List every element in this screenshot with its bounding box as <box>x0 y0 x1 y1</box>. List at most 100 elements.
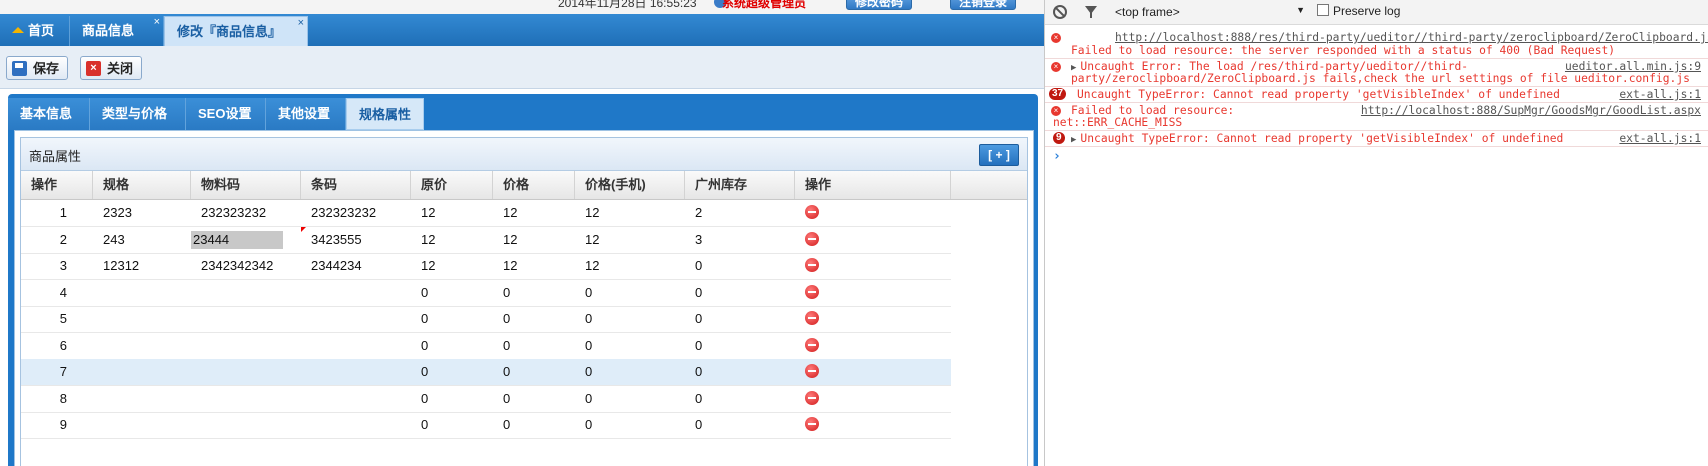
column-header-actions[interactable]: 操作 <box>795 171 951 199</box>
cell-guangzhou-stock[interactable]: 0 <box>685 359 795 385</box>
table-row[interactable]: 70000 <box>21 359 951 386</box>
cell-spec[interactable] <box>93 306 191 332</box>
resource-url[interactable]: http://localhost:888/res/third-party/ued… <box>1115 31 1708 44</box>
cell-mobile-price[interactable]: 0 <box>575 386 685 412</box>
add-row-button[interactable]: [ + ] <box>979 144 1019 166</box>
cell-mobile-price[interactable]: 12 <box>575 253 685 279</box>
preserve-log-checkbox[interactable]: Preserve log <box>1317 4 1400 18</box>
column-header-original-price[interactable]: 原价 <box>411 171 493 199</box>
cell-material-code[interactable]: 232323232 <box>191 200 301 226</box>
source-link[interactable]: ext-all.js:1 <box>1619 132 1701 145</box>
source-link[interactable]: ext-all.js:1 <box>1619 88 1701 101</box>
edit-password-button[interactable]: 修改密码 <box>846 0 913 10</box>
cell-spec[interactable] <box>93 412 191 438</box>
delete-row-icon[interactable] <box>805 390 819 405</box>
console-message-url[interactable]: http://localhost:888/res/third-party/ued… <box>1115 31 1708 44</box>
cell-barcode[interactable]: 2344234 <box>301 253 411 279</box>
close-button[interactable]: × 关闭 <box>80 56 143 80</box>
tab-basic-info[interactable]: 基本信息 <box>8 98 90 130</box>
column-header-material-code[interactable]: 物料码 <box>191 171 301 199</box>
cell-barcode[interactable] <box>301 280 411 306</box>
column-header-barcode[interactable]: 条码 <box>301 171 411 199</box>
cell-mobile-price[interactable]: 12 <box>575 227 685 253</box>
cell-material-code[interactable] <box>191 386 301 412</box>
cell-price[interactable]: 12 <box>493 227 575 253</box>
cell-spec[interactable]: 2323 <box>93 200 191 226</box>
cell-barcode[interactable]: 3423555 <box>301 227 411 253</box>
delete-row-icon[interactable] <box>805 337 819 352</box>
cell-original-price[interactable]: 0 <box>411 333 493 359</box>
delete-row-icon[interactable] <box>805 258 819 272</box>
cell-material-code[interactable]: 2342342342 <box>191 253 301 279</box>
cell-spec[interactable] <box>93 359 191 385</box>
cell-barcode[interactable] <box>301 333 411 359</box>
table-row[interactable]: 2 243 23444 3423555 12 12 12 3 <box>21 226 951 254</box>
column-header-row-number[interactable]: 操作 <box>21 171 93 199</box>
cell-spec[interactable] <box>93 280 191 306</box>
frame-selector[interactable]: <top frame> ▼ <box>1115 5 1305 19</box>
column-header-price[interactable]: 价格 <box>493 171 575 199</box>
cell-guangzhou-stock[interactable]: 2 <box>685 200 795 226</box>
cell-material-code[interactable] <box>191 412 301 438</box>
tab-home[interactable]: 首页 <box>0 16 70 46</box>
cell-barcode[interactable] <box>301 412 411 438</box>
delete-row-icon[interactable] <box>805 284 819 299</box>
tab-edit-goods-info[interactable]: 修改『商品信息』 × <box>164 16 308 46</box>
cell-mobile-price[interactable]: 12 <box>575 200 685 226</box>
cell-guangzhou-stock[interactable]: 0 <box>685 306 795 332</box>
cell-material-code[interactable] <box>191 280 301 306</box>
cell-material-code[interactable] <box>191 333 301 359</box>
column-header-mobile-price[interactable]: 价格(手机) <box>575 171 685 199</box>
table-row[interactable]: 3 12312 2342342342 2344234 12 12 12 0 <box>21 253 951 280</box>
clear-console-icon[interactable] <box>1053 5 1067 19</box>
cell-guangzhou-stock[interactable]: 3 <box>685 227 795 253</box>
tab-spec-attributes[interactable]: 规格属性 <box>346 98 424 130</box>
cell-price[interactable]: 0 <box>493 280 575 306</box>
cell-guangzhou-stock[interactable]: 0 <box>685 253 795 279</box>
cell-mobile-price[interactable]: 0 <box>575 306 685 332</box>
tab-goods-info[interactable]: 商品信息 × <box>70 16 164 46</box>
cell-original-price[interactable]: 0 <box>411 412 493 438</box>
cell-spec[interactable]: 243 <box>93 227 191 253</box>
cell-mobile-price[interactable]: 0 <box>575 280 685 306</box>
cell-price[interactable]: 0 <box>493 386 575 412</box>
cell-barcode[interactable] <box>301 359 411 385</box>
cell-mobile-price[interactable]: 0 <box>575 412 685 438</box>
cell-barcode[interactable] <box>301 306 411 332</box>
console-prompt[interactable]: › <box>1053 149 1061 164</box>
cell-original-price[interactable]: 12 <box>411 200 493 226</box>
table-row[interactable]: 40000 <box>21 280 951 307</box>
logout-button[interactable]: 注销登录 <box>950 0 1017 10</box>
table-row[interactable]: 60000 <box>21 333 951 360</box>
cell-mobile-price[interactable]: 0 <box>575 359 685 385</box>
cell-material-code[interactable] <box>191 306 301 332</box>
cell-guangzhou-stock[interactable]: 0 <box>685 280 795 306</box>
cell-original-price[interactable]: 0 <box>411 306 493 332</box>
tab-seo[interactable]: SEO设置 <box>186 98 266 130</box>
cell-material-code[interactable] <box>191 359 301 385</box>
save-button[interactable]: 保存 <box>6 56 69 80</box>
expand-arrow-icon[interactable]: ▶ <box>1071 135 1076 145</box>
cell-spec[interactable] <box>93 333 191 359</box>
cell-price[interactable]: 0 <box>493 359 575 385</box>
cell-original-price[interactable]: 12 <box>411 227 493 253</box>
cell-guangzhou-stock[interactable]: 0 <box>685 333 795 359</box>
cell-mobile-price[interactable]: 0 <box>575 333 685 359</box>
cell-material-code[interactable]: 23444 <box>191 230 283 249</box>
console-message[interactable]: ▶ Uncaught TypeError: Cannot read propert… <box>1071 132 1708 145</box>
cell-original-price[interactable]: 0 <box>411 386 493 412</box>
cell-spec[interactable]: 12312 <box>93 253 191 279</box>
delete-row-icon[interactable] <box>805 364 819 378</box>
cell-guangzhou-stock[interactable]: 0 <box>685 412 795 438</box>
cell-price[interactable]: 0 <box>493 412 575 438</box>
column-header-guangzhou-stock[interactable]: 广州库存 <box>685 171 795 199</box>
cell-price[interactable]: 0 <box>493 333 575 359</box>
table-row[interactable]: 1 2323 232323232 232323232 12 12 12 2 <box>21 200 951 227</box>
delete-row-icon[interactable] <box>805 205 819 219</box>
close-tab-icon[interactable]: × <box>154 7 160 37</box>
table-row[interactable]: 50000 <box>21 306 951 333</box>
delete-row-icon[interactable] <box>805 417 819 431</box>
close-tab-icon[interactable]: × <box>298 8 304 38</box>
table-row[interactable]: 80000 <box>21 386 951 413</box>
cell-original-price[interactable]: 0 <box>411 359 493 385</box>
